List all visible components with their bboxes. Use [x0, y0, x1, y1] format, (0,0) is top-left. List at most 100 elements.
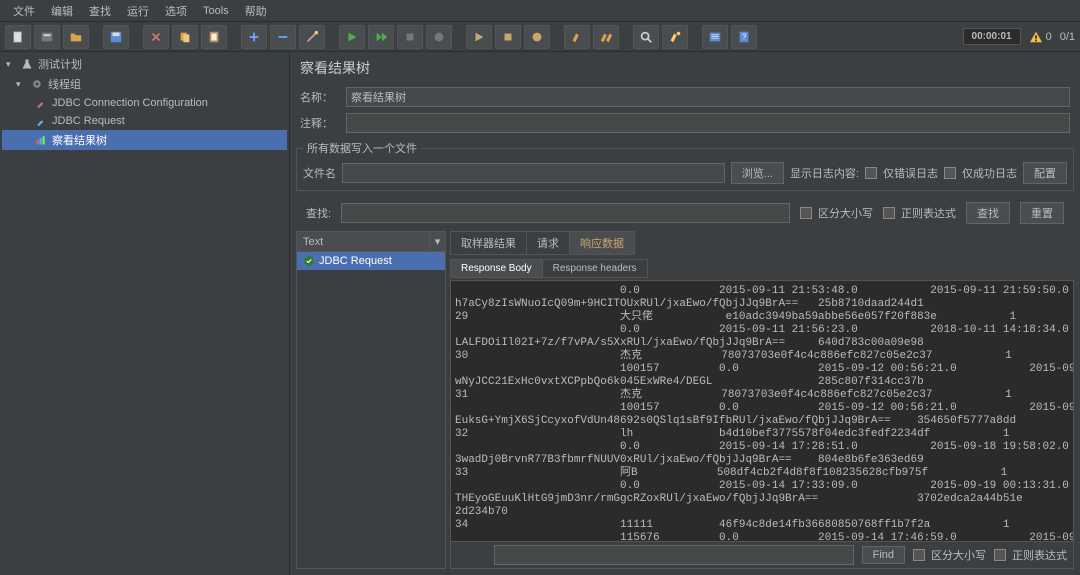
filename-label: 文件名	[303, 165, 336, 181]
remote-shutdown-icon[interactable]	[524, 25, 550, 49]
tab-request[interactable]: 请求	[526, 231, 570, 255]
configure-button[interactable]: 配置	[1023, 162, 1067, 184]
warning-count: 0	[1046, 31, 1052, 43]
wrench-icon	[34, 96, 48, 110]
tree-label: 察看结果树	[52, 132, 107, 148]
tree-jdbc-conn[interactable]: JDBC Connection Configuration	[2, 94, 287, 112]
find-input[interactable]	[494, 545, 854, 565]
response-text: 0.0 2015-09-11 21:53:48.0 2015-09-11 21:…	[451, 281, 1073, 542]
pipette-icon	[34, 114, 48, 128]
menu-options[interactable]: 选项	[157, 0, 195, 22]
chart-icon	[34, 133, 48, 147]
find-button[interactable]: Find	[862, 546, 905, 564]
save-icon[interactable]	[103, 25, 129, 49]
sampler-list: Text ▾ JDBC Request	[296, 231, 446, 569]
content-panel: 察看结果树 名称： 注释： 所有数据写入一个文件 文件名 浏览... 显示日志内…	[290, 52, 1080, 575]
tree-label: JDBC Connection Configuration	[52, 97, 208, 109]
tab-sampler-result[interactable]: 取样器结果	[450, 231, 527, 255]
find-regex-checkbox[interactable]	[994, 549, 1006, 561]
subtab-response-headers[interactable]: Response headers	[542, 259, 648, 278]
case-sensitive-label: 区分大小写	[818, 205, 873, 221]
sampler-renderer-dropdown[interactable]: ▾	[429, 232, 445, 251]
sampler-result-item[interactable]: JDBC Request	[297, 252, 445, 270]
new-file-icon[interactable]	[5, 25, 31, 49]
tab-response-data[interactable]: 响应数据	[569, 231, 635, 255]
fieldset-legend: 所有数据写入一个文件	[303, 140, 421, 156]
clear-all-icon[interactable]	[593, 25, 619, 49]
name-input[interactable]	[346, 87, 1070, 107]
search-button[interactable]: 查找	[966, 202, 1010, 224]
comment-input[interactable]	[346, 113, 1070, 133]
menu-file[interactable]: 文件	[5, 0, 43, 22]
menu-bar: 文件 编辑 查找 运行 选项 Tools 帮助	[0, 0, 1080, 22]
result-area: 取样器结果 请求 响应数据 Response Body Response hea…	[450, 231, 1074, 569]
reset-search-icon[interactable]	[662, 25, 688, 49]
test-plan-tree: ▾ 测试计划 ▾ 线程组 JDBC Connection Configurati…	[0, 52, 290, 575]
remote-stop-icon[interactable]	[495, 25, 521, 49]
start-icon[interactable]	[339, 25, 365, 49]
shield-success-icon	[303, 255, 315, 267]
wand-icon[interactable]	[299, 25, 325, 49]
find-case-checkbox[interactable]	[913, 549, 925, 561]
browse-button[interactable]: 浏览...	[731, 162, 784, 184]
stop-icon[interactable]	[397, 25, 423, 49]
shutdown-icon[interactable]	[426, 25, 452, 49]
function-helper-icon[interactable]	[702, 25, 728, 49]
case-sensitive-checkbox[interactable]	[800, 207, 812, 219]
write-results-fieldset: 所有数据写入一个文件 文件名 浏览... 显示日志内容: 仅错误日志 仅成功日志…	[296, 140, 1074, 191]
panel-title: 察看结果树	[290, 52, 1080, 84]
menu-tools[interactable]: Tools	[195, 2, 237, 20]
menu-run[interactable]: 运行	[119, 0, 157, 22]
tree-jdbc-request[interactable]: JDBC Request	[2, 112, 287, 130]
paste-icon[interactable]	[201, 25, 227, 49]
tree-label: 测试计划	[38, 56, 82, 72]
subtab-response-body[interactable]: Response Body	[450, 259, 543, 278]
templates-icon[interactable]	[34, 25, 60, 49]
tree-view-results[interactable]: 察看结果树	[2, 130, 287, 150]
copy-icon[interactable]	[172, 25, 198, 49]
sampler-renderer-label: Text	[297, 233, 429, 251]
warning-badge[interactable]: 0	[1029, 30, 1052, 44]
menu-search[interactable]: 查找	[81, 0, 119, 22]
tree-thread-group[interactable]: ▾ 线程组	[2, 74, 287, 94]
start-no-timers-icon[interactable]	[368, 25, 394, 49]
clear-icon[interactable]	[564, 25, 590, 49]
chevron-down-icon[interactable]: ▾	[16, 79, 26, 90]
menu-edit[interactable]: 编辑	[43, 0, 81, 22]
only-success-label: 仅成功日志	[962, 165, 1017, 181]
search-tree-icon[interactable]	[633, 25, 659, 49]
find-case-label: 区分大小写	[931, 547, 986, 563]
elapsed-timer: 00:00:01	[963, 28, 1021, 45]
svg-text:?: ?	[742, 32, 747, 41]
find-regex-label: 正则表达式	[1012, 547, 1067, 563]
regex-checkbox[interactable]	[883, 207, 895, 219]
help-icon[interactable]: ?	[731, 25, 757, 49]
chevron-down-icon[interactable]: ▾	[6, 59, 16, 70]
reset-button[interactable]: 重置	[1020, 202, 1064, 224]
menu-help[interactable]: 帮助	[237, 0, 275, 22]
only-error-checkbox[interactable]	[865, 167, 877, 179]
remove-icon[interactable]	[270, 25, 296, 49]
flask-icon	[20, 57, 34, 71]
tree-label: 线程组	[48, 76, 81, 92]
warning-icon	[1029, 30, 1043, 44]
filename-input[interactable]	[342, 163, 725, 183]
regex-label: 正则表达式	[901, 205, 956, 221]
response-body-pane[interactable]: 0.0 2015-09-11 21:53:48.0 2015-09-11 21:…	[450, 280, 1074, 542]
name-label: 名称：	[300, 89, 340, 105]
only-error-label: 仅错误日志	[883, 165, 938, 181]
log-display-label: 显示日志内容:	[790, 165, 859, 181]
add-icon[interactable]	[241, 25, 267, 49]
sampler-item-label: JDBC Request	[319, 255, 392, 267]
open-folder-icon[interactable]	[63, 25, 89, 49]
remote-start-icon[interactable]	[466, 25, 492, 49]
search-input[interactable]	[341, 203, 790, 223]
gear-icon	[30, 77, 44, 91]
comment-label: 注释：	[300, 115, 340, 131]
tree-test-plan[interactable]: ▾ 测试计划	[2, 54, 287, 74]
thread-stats: 0/1	[1060, 31, 1075, 43]
toolbar: ? 00:00:01 0 0/1	[0, 22, 1080, 52]
only-success-checkbox[interactable]	[944, 167, 956, 179]
find-bar: Find 区分大小写 正则表达式	[450, 542, 1074, 569]
cut-icon[interactable]	[143, 25, 169, 49]
